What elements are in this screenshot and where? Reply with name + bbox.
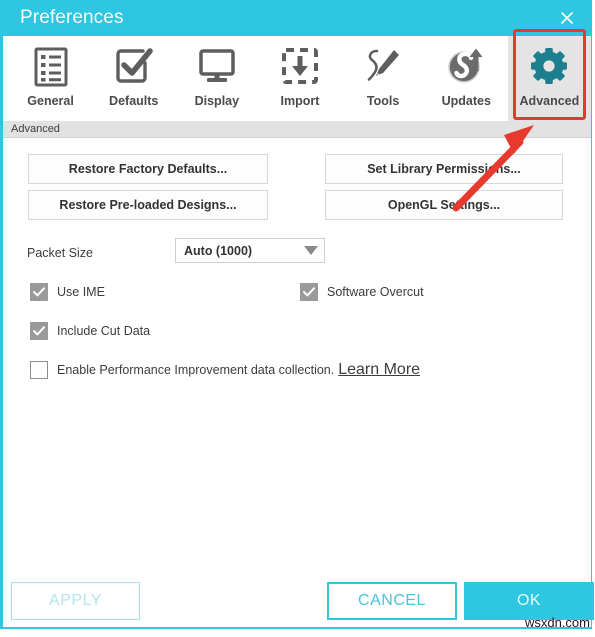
button-label: APPLY	[49, 592, 102, 609]
pencil-tool-icon	[361, 43, 405, 91]
performance-improvement-checkbox[interactable]: Enable Performance Improvement data coll…	[30, 361, 420, 379]
button-label: OpenGL Settings...	[387, 198, 501, 212]
tab-defaults[interactable]: Defaults	[92, 36, 175, 121]
advanced-settings-panel: Restore Factory Defaults... Restore Pre-…	[3, 138, 591, 575]
tab-updates[interactable]: Updates	[425, 36, 508, 121]
tab-advanced[interactable]: Advanced	[507, 36, 591, 121]
chevron-down-icon	[298, 246, 324, 255]
restore-factory-defaults-button[interactable]: Restore Factory Defaults...	[28, 154, 268, 184]
tab-label: Display	[194, 94, 240, 108]
software-overcut-checkbox[interactable]: Software Overcut	[300, 283, 424, 301]
close-icon[interactable]	[549, 0, 585, 36]
packet-size-value: Auto (1000)	[184, 243, 253, 258]
tab-display[interactable]: Display	[175, 36, 258, 121]
checkbox-box	[30, 283, 48, 301]
preferences-dialog: Preferences General Defaults Display Imp…	[0, 0, 594, 629]
tab-label: Import	[280, 94, 320, 108]
breadcrumb: Advanced	[3, 121, 591, 138]
checkbox-box	[30, 322, 48, 340]
set-library-permissions-button[interactable]: Set Library Permissions...	[325, 154, 563, 184]
gear-icon	[527, 43, 571, 91]
learn-more-link[interactable]: Learn More	[338, 361, 420, 379]
checkbox-label: Use IME	[57, 285, 105, 299]
checkbox-label: Include Cut Data	[57, 324, 151, 338]
checkbox-label: Software Overcut	[327, 285, 424, 299]
button-label: Restore Pre-loaded Designs...	[59, 198, 237, 212]
restore-preloaded-designs-button[interactable]: Restore Pre-loaded Designs...	[28, 190, 268, 220]
packet-size-dropdown[interactable]: Auto (1000)	[175, 238, 325, 263]
cancel-button[interactable]: CANCEL	[327, 582, 457, 620]
tab-label: Updates	[441, 94, 491, 108]
tab-label: Advanced	[519, 94, 580, 108]
include-cut-data-checkbox[interactable]: Include Cut Data	[30, 322, 150, 340]
updates-s-arrow-icon	[444, 43, 488, 91]
button-label: Set Library Permissions...	[367, 162, 521, 176]
opengl-settings-button[interactable]: OpenGL Settings...	[325, 190, 563, 220]
tab-label: Defaults	[109, 94, 159, 108]
list-document-icon	[31, 43, 71, 91]
tab-toolbar: General Defaults Display Import Tools Up…	[3, 36, 591, 121]
button-label: Restore Factory Defaults...	[68, 162, 228, 176]
packet-size-label: Packet Size	[27, 246, 94, 260]
tab-general[interactable]: General	[9, 36, 92, 121]
breadcrumb-label: Advanced	[11, 123, 60, 135]
monitor-icon	[196, 43, 238, 91]
use-ime-checkbox[interactable]: Use IME	[30, 283, 105, 301]
apply-button[interactable]: APPLY	[11, 582, 140, 620]
title-bar: Preferences	[3, 0, 591, 36]
tab-tools[interactable]: Tools	[342, 36, 425, 121]
checkbox-box	[300, 283, 318, 301]
checkbox-label: Enable Performance Improvement data coll…	[57, 363, 335, 377]
tab-label: General	[27, 94, 74, 108]
button-label: CANCEL	[358, 592, 426, 609]
window-title: Preferences	[20, 7, 124, 28]
dialog-footer: APPLY CANCEL OK	[3, 575, 594, 627]
ok-button[interactable]: OK	[464, 582, 594, 620]
tab-import[interactable]: Import	[258, 36, 341, 121]
import-download-icon	[279, 43, 321, 91]
checkbox-checked-icon	[113, 43, 155, 91]
tab-label: Tools	[366, 94, 400, 108]
button-label: OK	[516, 592, 542, 609]
checkbox-box	[30, 361, 48, 379]
